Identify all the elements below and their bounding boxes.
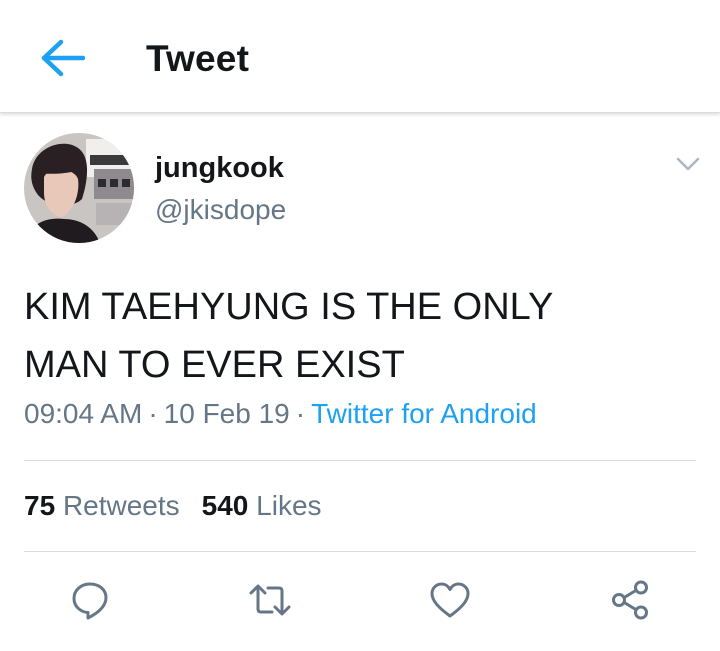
tweet-text-line-2: MAN TO EVER EXIST	[24, 344, 405, 386]
arrow-left-icon	[41, 39, 85, 77]
tweet-text-line-1: KIM TAEHYUNG IS THE ONLY	[24, 286, 554, 328]
page-title: Tweet	[146, 38, 250, 79]
like-button[interactable]	[427, 577, 473, 623]
meta-separator: ·	[148, 398, 158, 429]
chevron-down-icon	[676, 157, 700, 171]
likes-stat[interactable]: 540 Likes	[202, 490, 322, 521]
divider	[24, 460, 696, 461]
tweet-source-link[interactable]: Twitter for Android	[311, 398, 537, 429]
reply-button[interactable]	[67, 577, 113, 623]
heart-icon	[430, 582, 470, 618]
display-name[interactable]: jungkook	[155, 152, 284, 185]
share-button[interactable]	[607, 577, 653, 623]
retweets-stat[interactable]: 75 Retweets	[24, 490, 180, 521]
retweet-icon	[249, 584, 291, 616]
retweet-count: 75	[24, 490, 56, 521]
meta-separator: ·	[295, 398, 306, 429]
avatar[interactable]	[24, 133, 134, 243]
share-icon	[612, 580, 648, 620]
tweet-date: 10 Feb 19	[163, 398, 290, 429]
tweet-text: KIM TAEHYUNG IS THE ONLY MAN TO EVER EXIS…	[24, 278, 684, 394]
back-button[interactable]	[36, 36, 88, 80]
reply-bubble-icon	[72, 582, 108, 620]
divider	[24, 551, 696, 552]
like-count: 540	[201, 490, 249, 521]
tweet-meta: 09:04 AM · 10 Feb 19 · Twitter for Android	[24, 398, 537, 430]
engagement-stats: 75 Retweets 540 Likes	[24, 490, 322, 522]
more-options-button[interactable]	[674, 152, 702, 176]
like-label: Likes	[256, 490, 322, 521]
tweet-time: 09:04 AM	[24, 398, 143, 429]
user-handle[interactable]: @jkisdope	[155, 194, 286, 226]
top-app-bar: Tweet	[0, 0, 720, 113]
retweet-button[interactable]	[247, 577, 293, 623]
retweet-label: Retweets	[62, 490, 180, 521]
